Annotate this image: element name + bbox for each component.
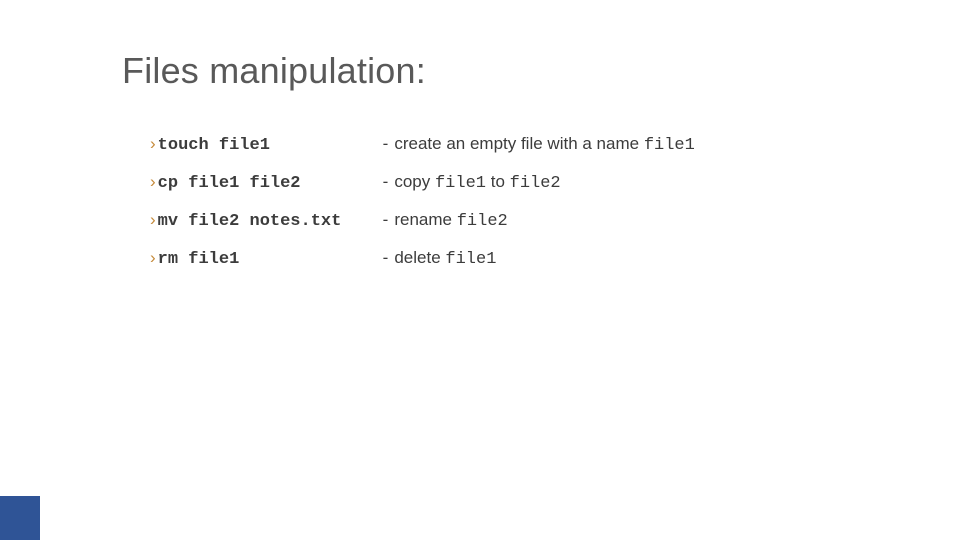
list-item: › mv file2 notes.txt - rename file2: [150, 209, 695, 233]
dash: -: [383, 133, 389, 155]
desc-mono: file2: [457, 212, 508, 231]
desc-mono: file1: [445, 250, 496, 269]
description: create an empty file with a name file1: [394, 133, 694, 157]
description: delete file1: [394, 247, 496, 271]
desc-mono: file2: [510, 174, 561, 193]
slide-title: Files manipulation:: [122, 50, 426, 92]
accent-bar: [0, 496, 40, 540]
bullet-icon: ›: [150, 171, 156, 193]
dash: -: [383, 209, 389, 231]
command-text: mv file2 notes.txt: [158, 211, 383, 233]
desc-text: create an empty file with a name: [394, 134, 643, 153]
command-text: rm file1: [158, 249, 383, 271]
description: rename file2: [394, 209, 507, 233]
content-block: › touch file1 - create an empty file wit…: [150, 133, 695, 285]
command-text: touch file1: [158, 135, 383, 157]
list-item: › rm file1 - delete file1: [150, 247, 695, 271]
bullet-icon: ›: [150, 247, 156, 269]
desc-mono: file1: [435, 174, 486, 193]
desc-text: to: [486, 172, 510, 191]
dash: -: [383, 171, 389, 193]
desc-text: delete: [394, 248, 445, 267]
list-item: › touch file1 - create an empty file wit…: [150, 133, 695, 157]
command-text: cp file1 file2: [158, 173, 383, 195]
desc-mono: file1: [644, 136, 695, 155]
desc-text: copy: [394, 172, 435, 191]
slide: Files manipulation: › touch file1 - crea…: [0, 0, 960, 540]
desc-text: rename: [394, 210, 456, 229]
bullet-icon: ›: [150, 209, 156, 231]
dash: -: [383, 247, 389, 269]
bullet-icon: ›: [150, 133, 156, 155]
description: copy file1 to file2: [394, 171, 560, 195]
list-item: › cp file1 file2 - copy file1 to file2: [150, 171, 695, 195]
